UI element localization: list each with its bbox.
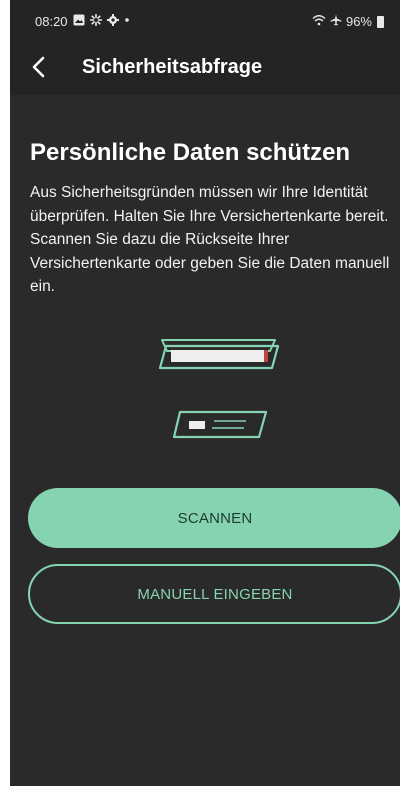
status-time: 08:20 (35, 14, 68, 29)
settings-icon (89, 14, 102, 29)
image-icon (73, 14, 85, 29)
gear-icon (106, 14, 119, 29)
manual-entry-button[interactable]: MANUELL EINGEBEN (28, 564, 400, 624)
status-bar: 08:20 96% (10, 0, 400, 40)
card-illustration (158, 339, 280, 439)
card-front-icon (158, 339, 280, 370)
back-button[interactable] (22, 50, 56, 84)
scan-button[interactable]: SCANNEN (28, 488, 400, 548)
app-bar: Sicherheitsabfrage (10, 42, 400, 94)
app-screen: 08:20 96% Sicherheitsabfrage Persönliche… (10, 0, 400, 786)
status-left: 08:20 (35, 14, 130, 29)
top-bar: 08:20 96% Sicherheitsabfrage (10, 0, 400, 95)
battery-percent: 96% (345, 14, 372, 29)
card-back-icon (172, 410, 268, 439)
battery-icon (377, 15, 384, 28)
dot-icon (124, 14, 130, 29)
chevron-left-icon (32, 56, 45, 78)
page-title: Sicherheitsabfrage (82, 56, 263, 78)
airplane-icon (330, 14, 342, 29)
wifi-icon (312, 14, 326, 29)
status-right: 96% (312, 14, 384, 29)
